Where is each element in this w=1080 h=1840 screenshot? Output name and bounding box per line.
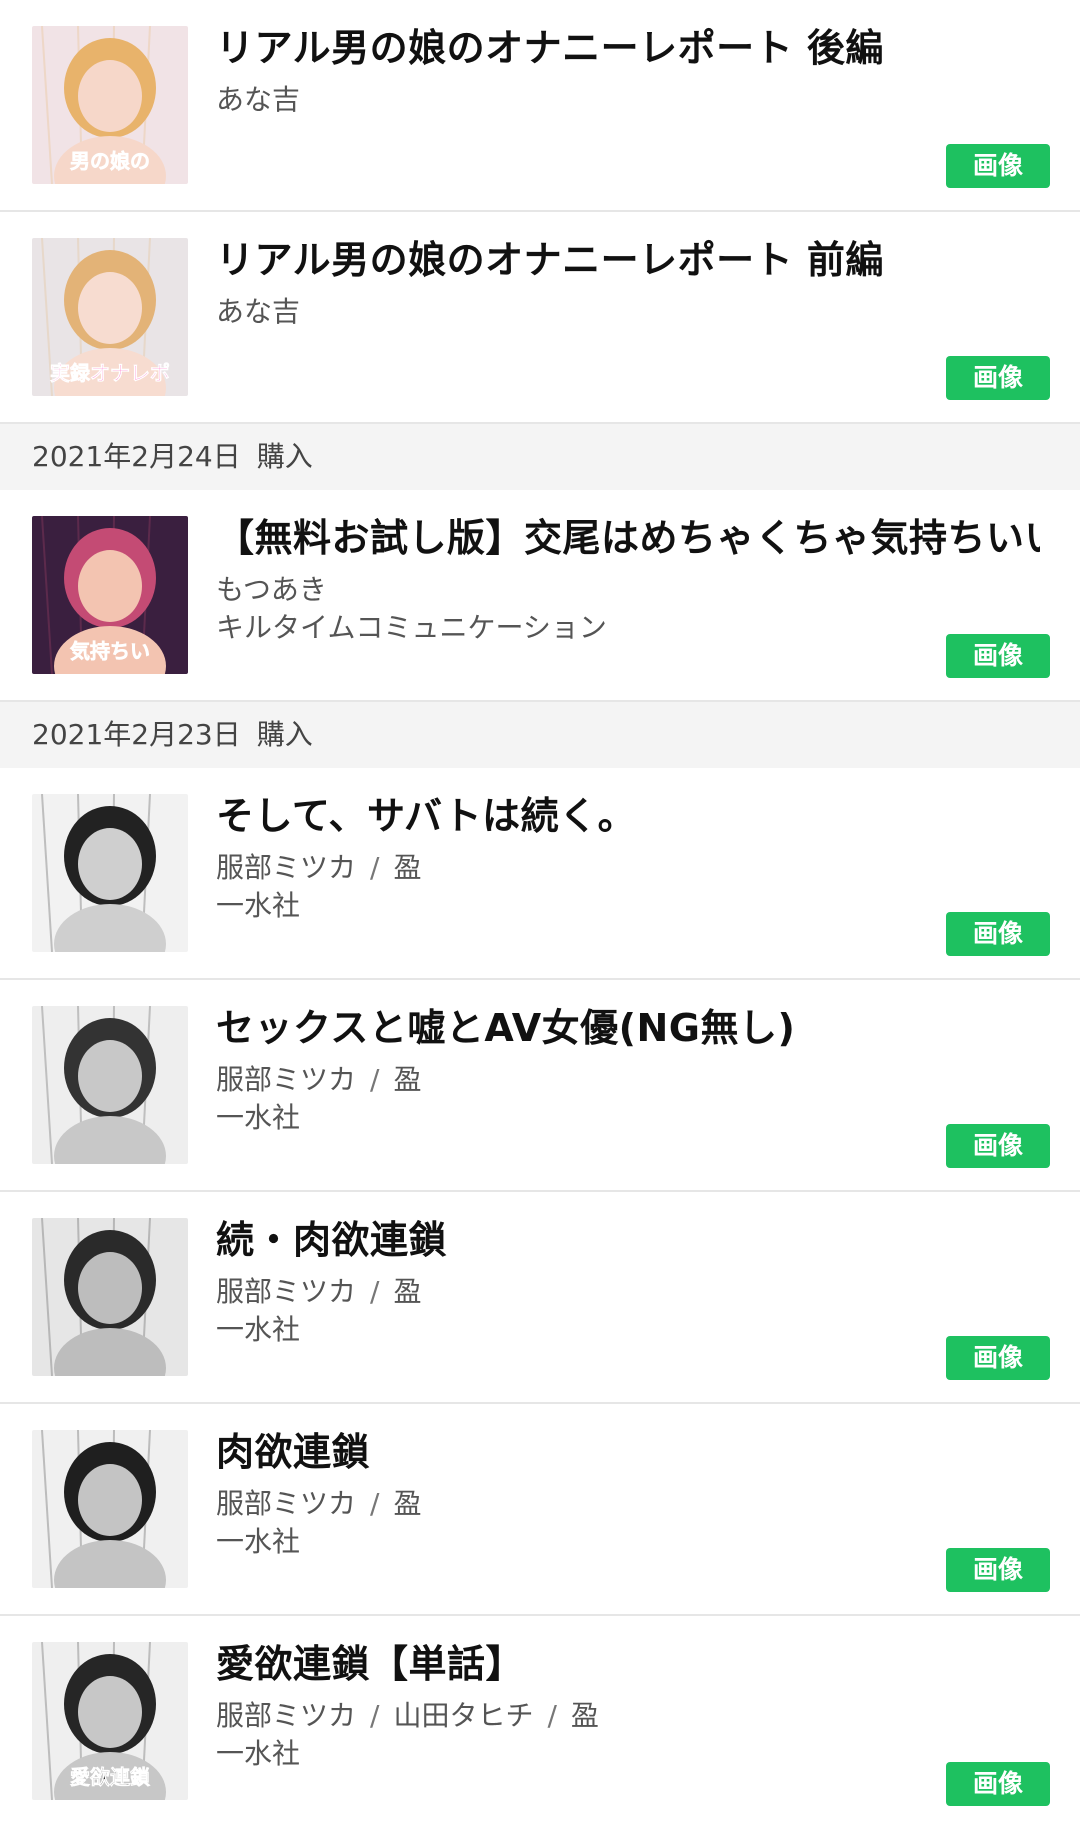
image-format-badge: 画像 xyxy=(946,1762,1050,1806)
author-name: 服部ミツカ xyxy=(216,1063,357,1096)
image-format-badge: 画像 xyxy=(946,144,1050,188)
author-name: 盈 xyxy=(393,1063,422,1096)
image-format-badge: 画像 xyxy=(946,1336,1050,1380)
author-name: あな吉 xyxy=(216,295,301,328)
cover-image xyxy=(32,1006,188,1164)
author-separator: / xyxy=(370,851,380,884)
purchase-date-header: 2021年2月24日 購入 xyxy=(0,424,1080,490)
book-authors: 服部ミツカ / 盈 xyxy=(216,1272,421,1312)
cover-caption: 愛欲連鎖 xyxy=(70,1765,151,1789)
cover-thumbnail[interactable] xyxy=(32,1006,188,1164)
book-title: そして、サバトは続く。 xyxy=(216,794,637,838)
book-list-item[interactable]: 男の娘の リアル男の娘のオナニーレポート 後編あな吉画像 xyxy=(0,0,1080,212)
cover-caption: 男の娘の xyxy=(70,149,150,173)
image-format-badge: 画像 xyxy=(946,1124,1050,1168)
author-name: 服部ミツカ xyxy=(216,1699,357,1732)
book-title: リアル男の娘のオナニーレポート 前編 xyxy=(216,238,884,282)
author-name: 服部ミツカ xyxy=(216,1487,357,1520)
cover-thumbnail[interactable] xyxy=(32,1218,188,1376)
book-authors: 服部ミツカ / 盈 xyxy=(216,1060,421,1100)
purchase-history-list: 男の娘の リアル男の娘のオナニーレポート 後編 あな吉 画像 実録オナレポ リアル男の娘の… xyxy=(0,0,1080,1828)
author-name: もつあき xyxy=(216,573,327,606)
book-authors: 服部ミツカ / 盈 xyxy=(216,1484,421,1524)
book-title: リアル男の娘のオナニーレポート 後編 xyxy=(216,26,884,70)
author-separator: / xyxy=(370,1063,380,1096)
book-title: 愛欲連鎖【単話】 xyxy=(216,1642,525,1686)
purchase-date-header: 2021年2月23日 購入 xyxy=(0,702,1080,768)
book-list-item[interactable]: 実録オナレポ リアル男の娘のオナニーレポート 前編あな吉画像 xyxy=(0,212,1080,424)
book-list-item[interactable]: 肉欲連鎖服部ミツカ / 盈一水社画像 xyxy=(0,1404,1080,1616)
purchase-date: 2021年2月23日 xyxy=(32,718,241,751)
book-authors: 服部ミツカ / 山田タヒチ / 盈 xyxy=(216,1696,599,1736)
cover-thumbnail[interactable]: 実録オナレポ xyxy=(32,238,188,396)
purchase-label: 購入 xyxy=(256,718,313,751)
cover-image xyxy=(32,794,188,952)
image-format-badge: 画像 xyxy=(946,356,1050,400)
image-format-badge: 画像 xyxy=(946,1548,1050,1592)
book-authors: もつあき xyxy=(216,570,327,610)
image-format-badge: 画像 xyxy=(946,634,1050,678)
cover-thumbnail[interactable]: 気持ちい xyxy=(32,516,188,674)
author-name: 服部ミツカ xyxy=(216,1275,357,1308)
author-separator: / xyxy=(547,1699,557,1732)
book-authors: あな吉 xyxy=(216,80,300,120)
book-publisher: 一水社 xyxy=(216,1525,301,1558)
author-name: 盈 xyxy=(393,851,422,884)
cover-image: 実録オナレポ xyxy=(32,238,188,396)
purchase-date: 2021年2月24日 xyxy=(32,440,241,473)
cover-thumbnail[interactable]: 男の娘の xyxy=(32,26,188,184)
image-format-badge: 画像 xyxy=(946,912,1050,956)
book-title: セックスと嘘とAV女優(NG無し) xyxy=(216,1006,796,1050)
book-title: 肉欲連鎖 xyxy=(216,1430,371,1474)
book-publisher: 一水社 xyxy=(216,1737,301,1770)
book-list-item[interactable]: そして、サバトは続く。服部ミツカ / 盈一水社画像 xyxy=(0,768,1080,980)
book-publisher: キルタイムコミュニケーション xyxy=(216,611,607,644)
cover-thumbnail[interactable]: 愛欲連鎖 xyxy=(32,1642,188,1800)
author-name: 服部ミツカ xyxy=(216,851,357,884)
cover-image: 男の娘の xyxy=(32,26,188,184)
cover-thumbnail[interactable] xyxy=(32,794,188,952)
cover-caption: 気持ちい xyxy=(70,639,150,663)
book-list-item[interactable]: セックスと嘘とAV女優(NG無し) 服部ミツカ / 盈一水社画像 xyxy=(0,980,1080,1192)
book-title: 【無料お試し版】交尾はめちゃくちゃ気持ちいい xyxy=(216,516,1040,560)
author-separator: / xyxy=(370,1487,380,1520)
purchase-label: 購入 xyxy=(256,440,313,473)
book-publisher: 一水社 xyxy=(216,889,301,922)
cover-image: 愛欲連鎖 xyxy=(32,1642,188,1800)
book-authors: あな吉 xyxy=(216,292,300,332)
author-separator: / xyxy=(370,1699,380,1732)
author-name: 山田タヒチ xyxy=(393,1699,534,1732)
author-name: 盈 xyxy=(393,1275,422,1308)
book-authors: 服部ミツカ / 盈 xyxy=(216,848,421,888)
cover-image xyxy=(32,1430,188,1588)
cover-image: 気持ちい xyxy=(32,516,188,674)
book-list-item[interactable]: 愛欲連鎖 愛欲連鎖【単話】服部ミツカ / 山田タヒチ / 盈一水社画像 xyxy=(0,1616,1080,1828)
author-name: 盈 xyxy=(393,1487,422,1520)
author-name: あな吉 xyxy=(216,83,301,116)
book-title: 続・肉欲連鎖 xyxy=(216,1218,448,1262)
author-name: 盈 xyxy=(570,1699,599,1732)
cover-thumbnail[interactable] xyxy=(32,1430,188,1588)
book-list-item[interactable]: 気持ちい 【無料お試し版】交尾はめちゃくちゃ気持ちいいもつあきキルタイムコミュニケ… xyxy=(0,490,1080,702)
book-list-item[interactable]: 続・肉欲連鎖服部ミツカ / 盈一水社画像 xyxy=(0,1192,1080,1404)
cover-image xyxy=(32,1218,188,1376)
book-publisher: 一水社 xyxy=(216,1101,301,1134)
book-publisher: 一水社 xyxy=(216,1313,301,1346)
author-separator: / xyxy=(370,1275,380,1308)
cover-caption: 実録オナレポ xyxy=(50,361,170,385)
